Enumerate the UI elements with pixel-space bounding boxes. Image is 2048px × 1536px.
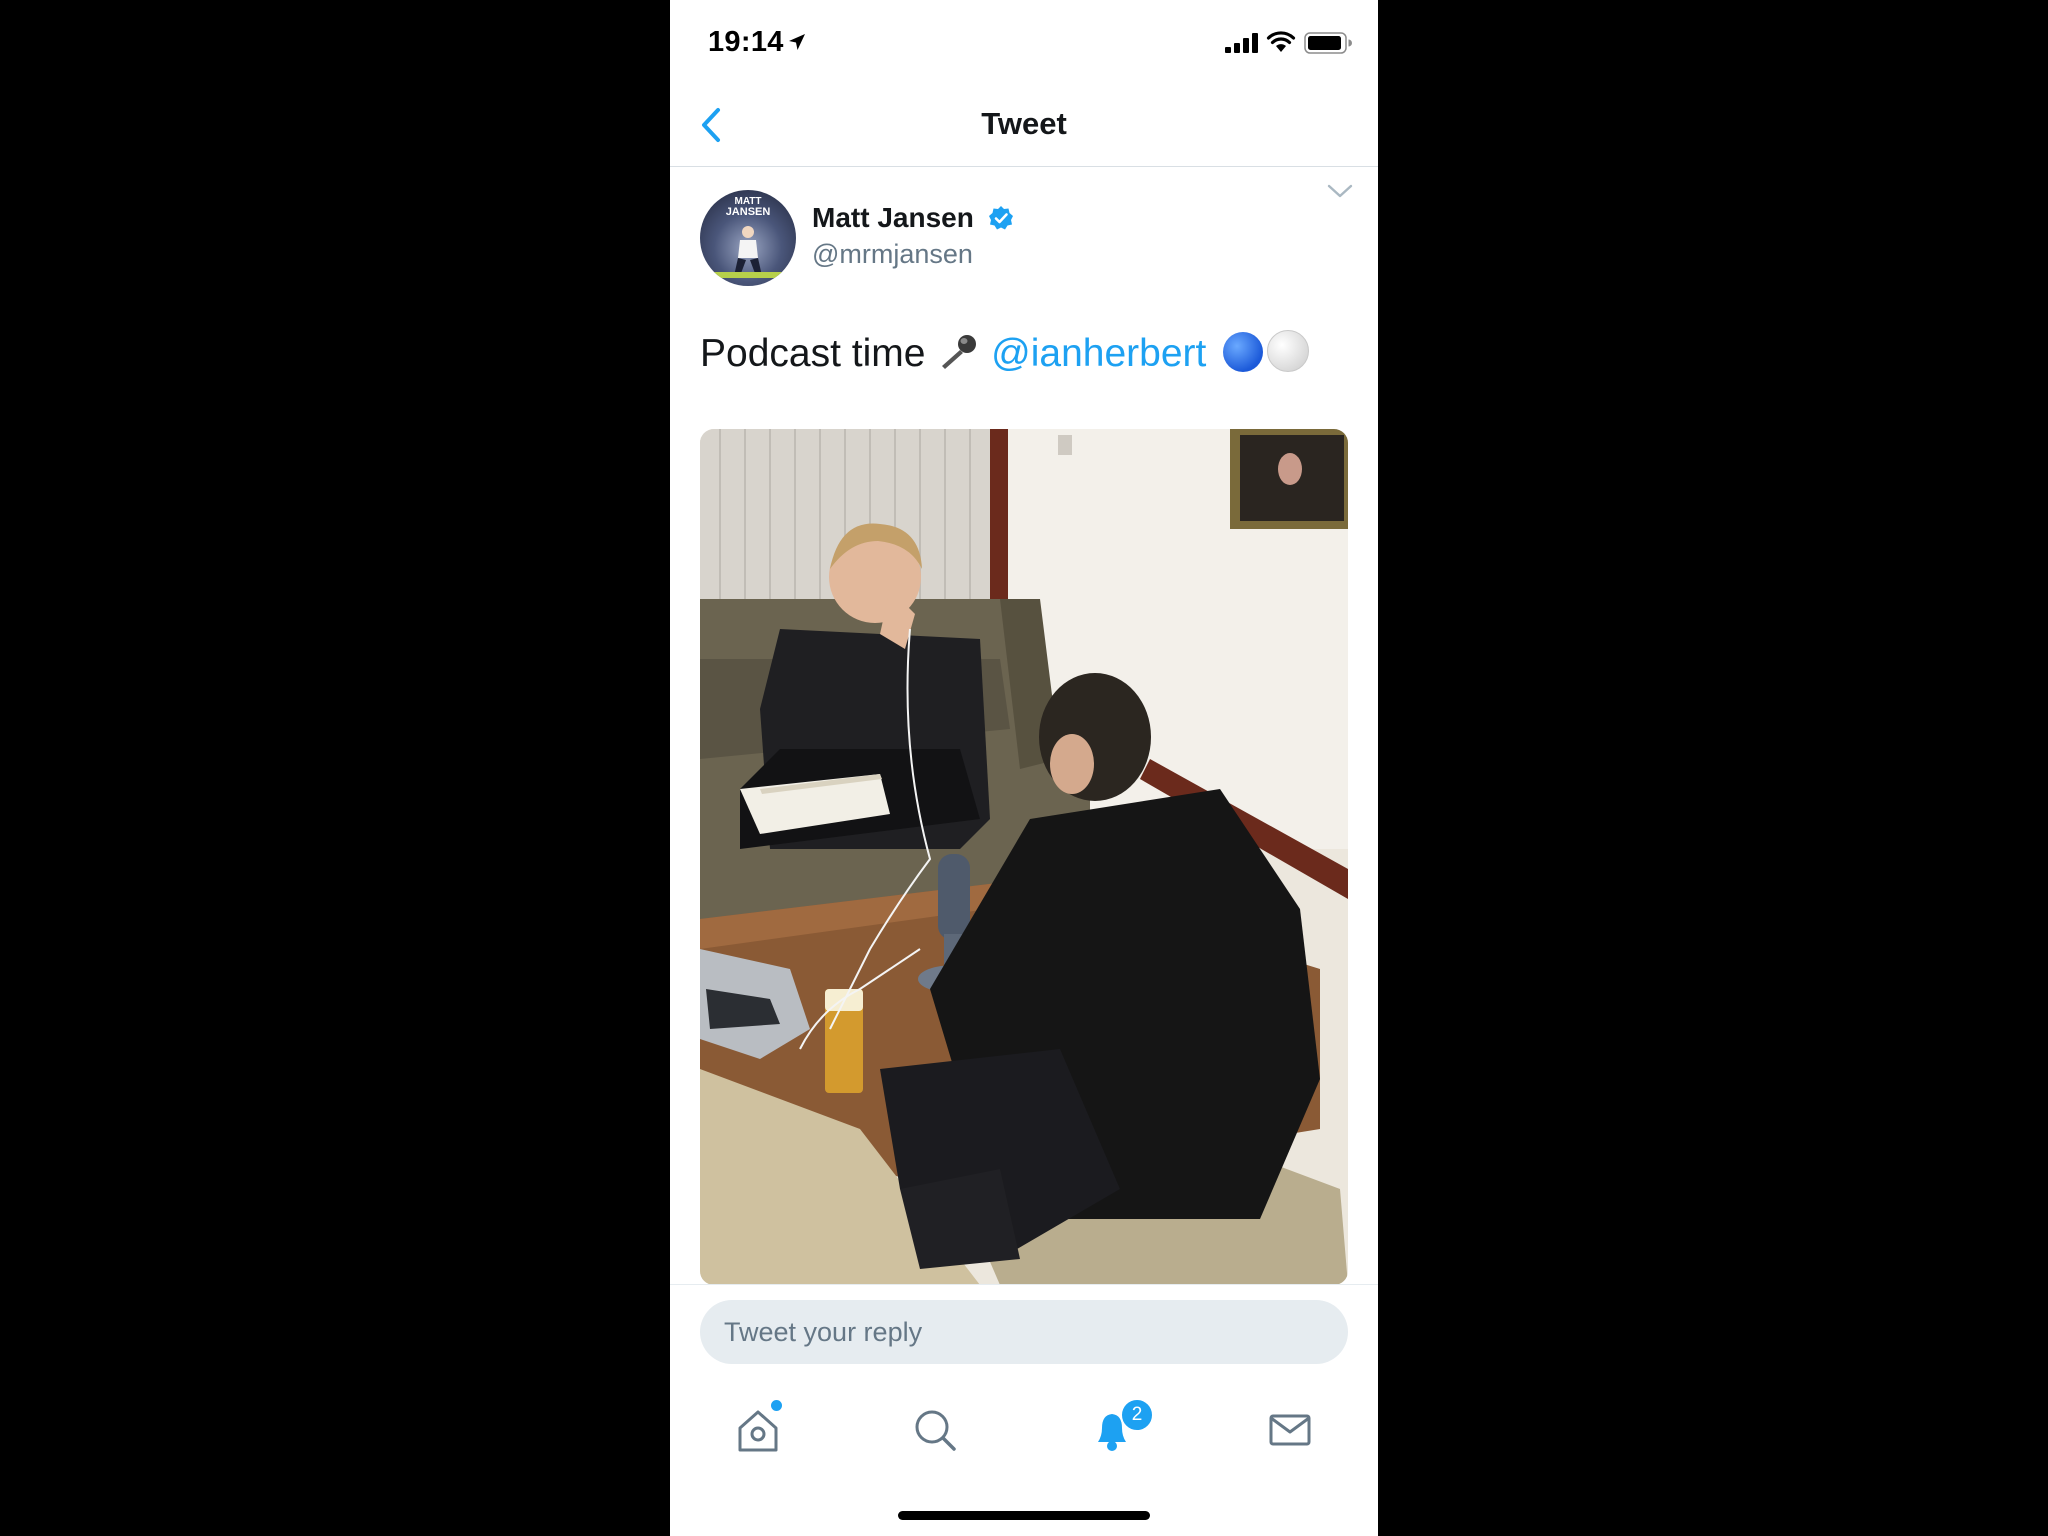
location-arrow-icon bbox=[789, 34, 805, 50]
wifi-icon bbox=[1266, 31, 1296, 52]
notification-badge: 2 bbox=[1120, 1398, 1154, 1432]
cellular-signal-icon bbox=[1225, 33, 1258, 53]
blue-circle-icon bbox=[1223, 332, 1264, 372]
author-name[interactable]: Matt Jansen bbox=[812, 202, 974, 234]
status-bar: 19:14 bbox=[670, 0, 1378, 80]
author-handle[interactable]: @mrmjansen bbox=[812, 239, 973, 270]
chevron-down-icon[interactable] bbox=[1326, 182, 1354, 200]
tweet-text-body: Podcast time bbox=[700, 332, 926, 375]
status-time: 19:14 bbox=[708, 26, 784, 58]
home-indicator[interactable] bbox=[898, 1511, 1150, 1520]
reply-bar bbox=[670, 1284, 1378, 1381]
home-unread-dot bbox=[769, 1398, 784, 1413]
avatar-text-line-2: JANSEN bbox=[726, 206, 771, 218]
avatar[interactable]: MATT JANSEN bbox=[700, 190, 796, 286]
navigation-bar: Tweet bbox=[670, 80, 1378, 167]
photo-illustration bbox=[700, 429, 1348, 1285]
tweet-photo[interactable] bbox=[700, 429, 1348, 1285]
phone-screen: 19:14 Tweet MATT JANSEN Matt Jansen @mrm… bbox=[670, 0, 1378, 1536]
tweet-text: Podcast time @ianherbert bbox=[700, 330, 1350, 376]
avatar-image: MATT JANSEN bbox=[714, 196, 782, 278]
battery-icon bbox=[1304, 32, 1352, 54]
white-circle-icon bbox=[1267, 330, 1310, 372]
reply-input[interactable] bbox=[700, 1300, 1348, 1364]
microphone-icon bbox=[942, 335, 977, 369]
page-title: Tweet bbox=[981, 106, 1067, 141]
tab-bar: 2 bbox=[670, 1380, 1378, 1480]
verified-badge-icon bbox=[989, 206, 1013, 230]
search-icon[interactable] bbox=[905, 1400, 965, 1460]
mention-link[interactable]: @ianherbert bbox=[991, 332, 1206, 375]
envelope-icon[interactable] bbox=[1260, 1400, 1320, 1460]
